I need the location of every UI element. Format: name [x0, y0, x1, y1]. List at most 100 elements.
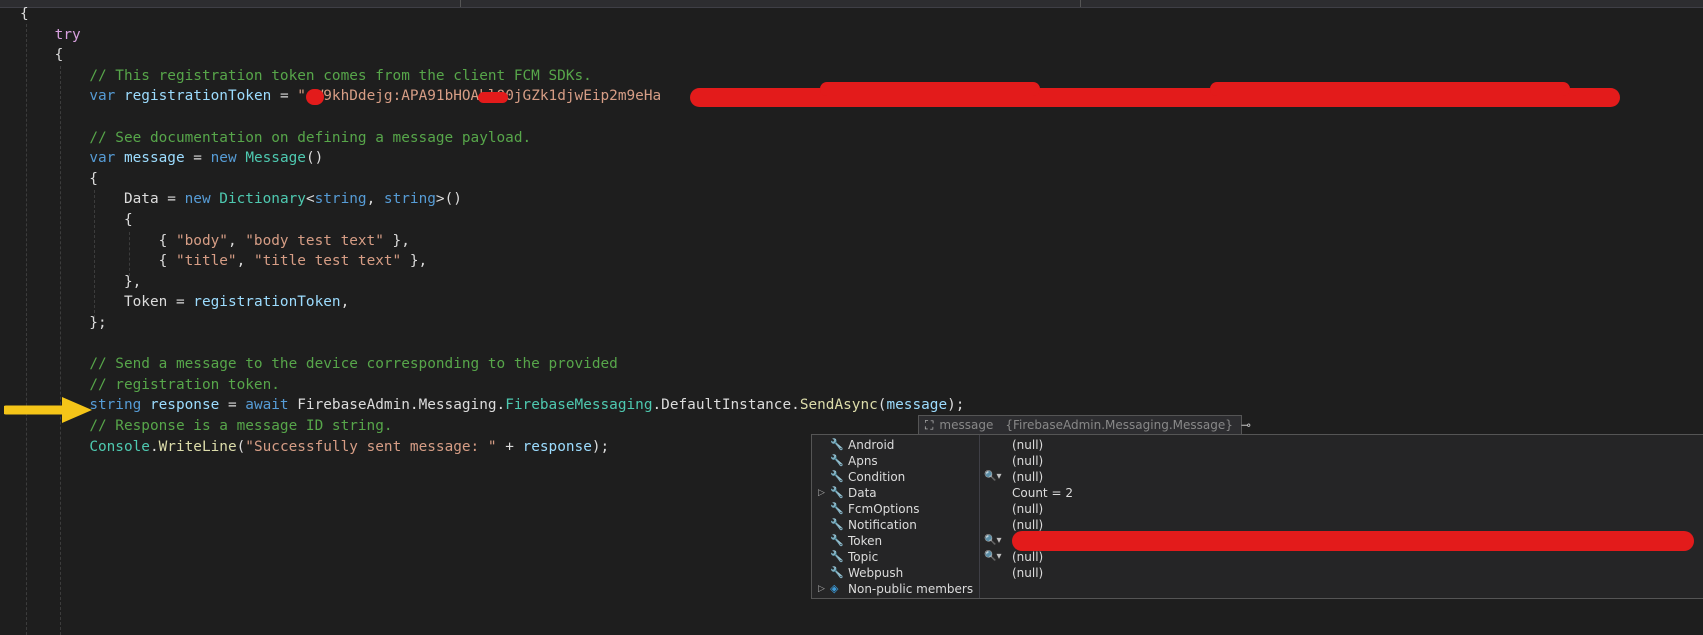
code-token: <	[305, 191, 315, 208]
code-token: new	[210, 150, 237, 167]
code-line[interactable]: // Send a message to the device correspo…	[20, 354, 618, 375]
property-value[interactable]: (null)	[1012, 437, 1043, 453]
code-token: {	[20, 170, 98, 187]
code-token: Token	[123, 294, 168, 311]
code-token: {	[20, 47, 64, 64]
datatip-row[interactable]: 🔧 Android (null)	[812, 437, 1703, 453]
code-token: "title"	[175, 253, 237, 270]
code-token: "Successfully sent message: "	[245, 438, 497, 455]
code-token: response	[149, 397, 220, 414]
code-line[interactable]: Console.WriteLine("Successfully sent mes…	[20, 437, 609, 458]
property-name: Condition	[848, 470, 906, 484]
code-token: // This registration token comes from th…	[89, 67, 592, 84]
code-token: var	[89, 150, 116, 167]
property-value[interactable]: (null)	[1012, 453, 1043, 469]
visualizer-search-icon[interactable]: 🔍▾	[984, 469, 1001, 485]
property-value[interactable]: (null)	[1012, 565, 1043, 581]
code-line[interactable]: // This registration token comes from th…	[20, 66, 592, 87]
datatip-row[interactable]: 🔧 FcmOptions (null)	[812, 501, 1703, 517]
code-token: message	[886, 397, 948, 414]
property-value[interactable]: (null)	[1012, 549, 1043, 565]
code-token: var	[89, 88, 116, 105]
code-line[interactable]: },	[20, 272, 141, 293]
code-line[interactable]: // registration token.	[20, 375, 280, 396]
property-name: Webpush	[848, 566, 904, 580]
code-token: WriteLine	[158, 438, 237, 455]
code-line[interactable]: { "body", "body test text" },	[20, 231, 410, 252]
code-token: );	[591, 438, 610, 455]
datatip-row[interactable]: ▷ 🔧 Data Count = 2	[812, 485, 1703, 501]
code-token: },	[20, 273, 142, 290]
datatip-variable-type: {FirebaseAdmin.Messaging.Message}	[1005, 418, 1233, 432]
wrench-icon: 🔧	[830, 518, 844, 531]
code-token: };	[20, 315, 107, 331]
datatip-row[interactable]: ▷ ◈ Non-public members	[812, 581, 1703, 597]
code-token: },	[383, 232, 410, 249]
wrench-icon: 🔧	[830, 550, 844, 563]
wrench-icon: 🔧	[830, 534, 844, 547]
property-value[interactable]: (null)	[1012, 469, 1043, 485]
datatip-header[interactable]: ⛶ message {FirebaseAdmin.Messaging.Messa…	[918, 415, 1251, 435]
code-line[interactable]: string response = await FirebaseAdmin.Me…	[20, 395, 964, 416]
property-name: Data	[848, 486, 877, 500]
property-value[interactable]: (null)	[1012, 501, 1043, 517]
code-line[interactable]: };	[20, 313, 107, 334]
code-token: FirebaseAdmin.Messaging.	[288, 397, 506, 414]
datatip-row[interactable]: 🔧 Webpush (null)	[812, 565, 1703, 581]
datatip-row[interactable]: 🔧 Topic 🔍▾ (null)	[812, 549, 1703, 565]
code-line[interactable]: // See documentation on defining a messa…	[20, 128, 531, 149]
code-line[interactable]: { "title", "title test text" },	[20, 251, 428, 272]
code-line[interactable]: {	[20, 45, 64, 66]
property-name: Android	[848, 438, 895, 452]
code-line[interactable]: Token = registrationToken,	[20, 292, 349, 313]
code-token: try	[54, 26, 81, 43]
code-token: ,	[340, 294, 350, 311]
current-statement-arrow-icon	[4, 397, 92, 423]
code-token: ,	[227, 232, 246, 249]
visualizer-search-icon[interactable]: 🔍▾	[984, 533, 1001, 549]
code-line[interactable]: var message = new Message()	[20, 148, 323, 169]
code-token: {	[20, 232, 176, 249]
code-token: registrationToken	[193, 294, 341, 311]
code-line[interactable]: {	[20, 4, 29, 25]
expand-arrow-icon[interactable]: ▷	[818, 485, 825, 501]
code-line[interactable]: {	[20, 169, 98, 190]
wrench-icon: 🔧	[830, 486, 844, 499]
pin-icon[interactable]: ⊸	[1241, 418, 1251, 432]
code-token: {	[20, 253, 176, 270]
code-token: >()	[435, 191, 462, 208]
code-line[interactable]: {	[20, 210, 133, 231]
code-token: FirebaseMessaging	[505, 397, 653, 414]
datatip-row[interactable]: 🔧 Apns (null)	[812, 453, 1703, 469]
visualizer-search-icon[interactable]: 🔍▾	[984, 549, 1001, 565]
property-name: Non-public members	[848, 582, 974, 596]
wrench-icon: 🔧	[830, 566, 844, 579]
code-token: await	[245, 397, 289, 414]
code-token: {	[20, 6, 29, 22]
code-token: "body"	[175, 232, 228, 249]
property-value[interactable]: Count = 2	[1012, 485, 1073, 501]
property-name: Token	[848, 534, 883, 548]
code-line[interactable]: Data = new Dictionary<string, string>()	[20, 189, 462, 210]
wrench-icon: 🔧	[830, 470, 844, 483]
datatip-panel[interactable]: 🔧 Android (null) 🔧 Apns (null) 🔧 Condition 🔍▾ (nu…	[811, 434, 1703, 599]
code-token: =	[158, 191, 185, 208]
property-name: Notification	[848, 518, 917, 532]
code-line[interactable]: try	[20, 25, 81, 46]
expand-arrow-icon[interactable]: ▷	[818, 581, 825, 597]
code-token: // Response is a message ID string.	[89, 418, 393, 434]
code-token: SendAsync	[799, 397, 878, 414]
redaction-mark	[820, 82, 1040, 96]
code-token: (	[236, 438, 246, 455]
code-token: Console	[89, 438, 150, 455]
wrench-icon: 🔧	[830, 502, 844, 515]
datatip-row[interactable]: 🔧 Condition 🔍▾ (null)	[812, 469, 1703, 485]
